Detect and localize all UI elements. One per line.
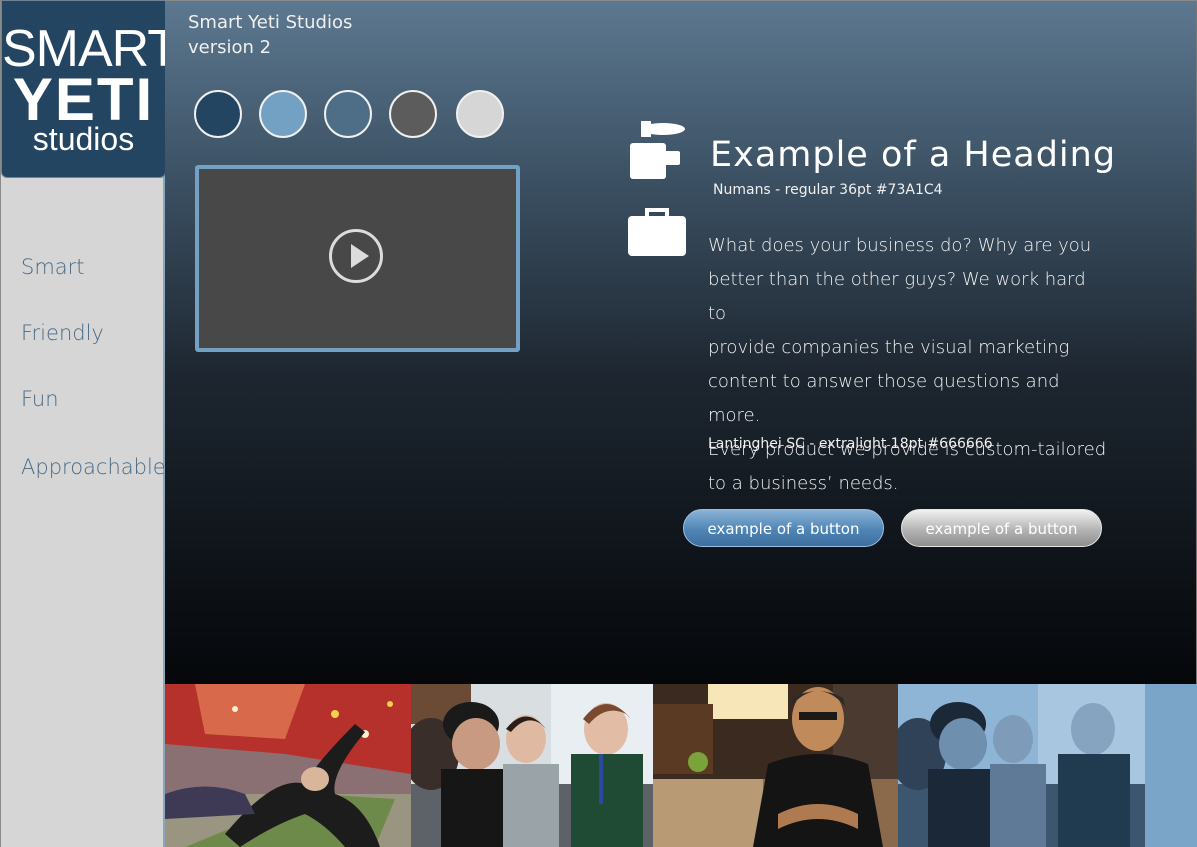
- camera-icon: [630, 121, 685, 179]
- logo-line-studios: studios: [32, 121, 135, 157]
- color-swatch-4: [389, 90, 437, 138]
- color-swatch-1: [194, 90, 242, 138]
- studio-title: Smart Yeti Studios: [188, 12, 353, 33]
- sidebar-item-friendly[interactable]: Friendly: [21, 321, 104, 345]
- sidebar: SMART YETI studios Smart Friendly Fun Ap…: [0, 0, 179, 847]
- briefcase-icon: [628, 208, 686, 256]
- body-line: What does your business do? Why are you: [708, 235, 1092, 256]
- body-line: provide companies the visual marketing: [708, 337, 1070, 358]
- group-discussion-photo: [411, 684, 653, 847]
- sidebar-item-fun[interactable]: Fun: [21, 387, 59, 411]
- body-line: better than the other guys? We work hard…: [708, 269, 1086, 324]
- main-panel: Smart Yeti Studios version 2 Example of …: [165, 0, 1197, 684]
- primary-example-button[interactable]: example of a button: [683, 509, 884, 547]
- photo-strip: [165, 684, 1197, 847]
- example-heading: Example of a Heading: [710, 135, 1117, 175]
- body-line: to a business’ needs.: [708, 473, 899, 494]
- body-font-note: Lantinghei SC - extralight 18pt #666666: [708, 436, 993, 452]
- yoga-class-photo: [165, 684, 411, 847]
- color-swatch-3: [324, 90, 372, 138]
- group-discussion-tinted-photo: [898, 684, 1145, 847]
- video-player[interactable]: [195, 165, 520, 352]
- portrait-photo: [653, 684, 898, 847]
- version-label: version 2: [188, 37, 272, 58]
- heading-font-note: Numans - regular 36pt #73A1C4: [713, 182, 943, 198]
- play-icon[interactable]: [329, 229, 383, 283]
- body-paragraph: What does your business do? Why are you …: [708, 229, 1108, 501]
- body-line: content to answer those questions and mo…: [708, 371, 1060, 426]
- secondary-example-button[interactable]: example of a button: [901, 509, 1102, 547]
- logo[interactable]: SMART YETI studios: [1, 0, 179, 178]
- color-swatch-2: [259, 90, 307, 138]
- sidebar-item-smart[interactable]: Smart: [21, 255, 85, 279]
- sidebar-item-approachable[interactable]: Approachable: [21, 455, 166, 479]
- color-swatch-5: [456, 90, 504, 138]
